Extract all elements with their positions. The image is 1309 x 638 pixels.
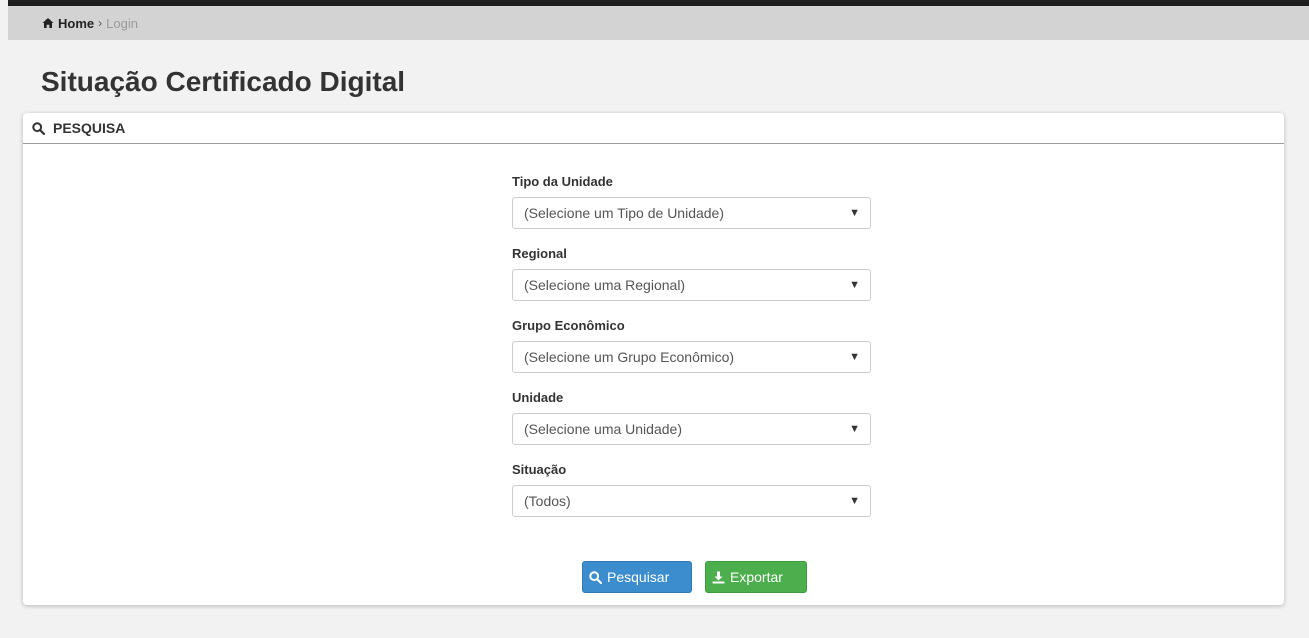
grupo-economico-value: (Selecione um Grupo Econômico) [524, 349, 735, 365]
tipo-unidade-label: Tipo da Unidade [512, 174, 613, 189]
situacao-label: Situação [512, 462, 567, 477]
export-button-label: Exportar [730, 569, 783, 585]
situacao-value: (Todos) [524, 493, 571, 509]
grupo-economico-select[interactable]: (Selecione um Grupo Econômico) ▼ [512, 341, 871, 373]
search-button[interactable]: Pesquisar [582, 561, 692, 593]
regional-select[interactable]: (Selecione uma Regional) ▼ [512, 269, 871, 301]
situacao-select[interactable]: (Todos) ▼ [512, 485, 871, 517]
panel-header: PESQUISA [23, 113, 1284, 144]
regional-value: (Selecione uma Regional) [524, 277, 686, 293]
breadcrumb-home-link[interactable]: Home [58, 16, 94, 31]
chevron-down-icon: ▼ [849, 207, 860, 219]
grupo-economico-label: Grupo Econômico [512, 318, 625, 333]
chevron-down-icon: ▼ [849, 423, 860, 435]
breadcrumb-separator: › [98, 16, 103, 30]
form-actions: Pesquisar Exportar [582, 561, 807, 593]
search-icon [589, 570, 602, 584]
chevron-down-icon: ▼ [849, 495, 860, 507]
unidade-value: (Selecione uma Unidade) [524, 421, 682, 437]
regional-label: Regional [512, 246, 567, 261]
page-title: Situação Certificado Digital [41, 66, 406, 97]
unidade-label: Unidade [512, 390, 564, 405]
chevron-down-icon: ▼ [849, 351, 860, 363]
panel-title: PESQUISA [53, 120, 126, 136]
search-button-label: Pesquisar [607, 569, 670, 585]
chevron-down-icon: ▼ [849, 279, 860, 291]
unidade-select[interactable]: (Selecione uma Unidade) ▼ [512, 413, 871, 445]
search-panel: PESQUISA Tipo da Unidade (Selecione um T… [23, 113, 1284, 605]
search-icon [32, 121, 45, 135]
export-button[interactable]: Exportar [705, 561, 807, 593]
home-icon [42, 18, 54, 28]
tipo-unidade-value: (Selecione um Tipo de Unidade) [524, 205, 725, 221]
download-icon [712, 571, 725, 583]
breadcrumb: Home › Login [8, 6, 1309, 40]
search-form: Tipo da Unidade (Selecione um Tipo de Un… [512, 173, 871, 533]
breadcrumb-current: Login [106, 15, 138, 31]
tipo-unidade-select[interactable]: (Selecione um Tipo de Unidade) ▼ [512, 197, 871, 229]
